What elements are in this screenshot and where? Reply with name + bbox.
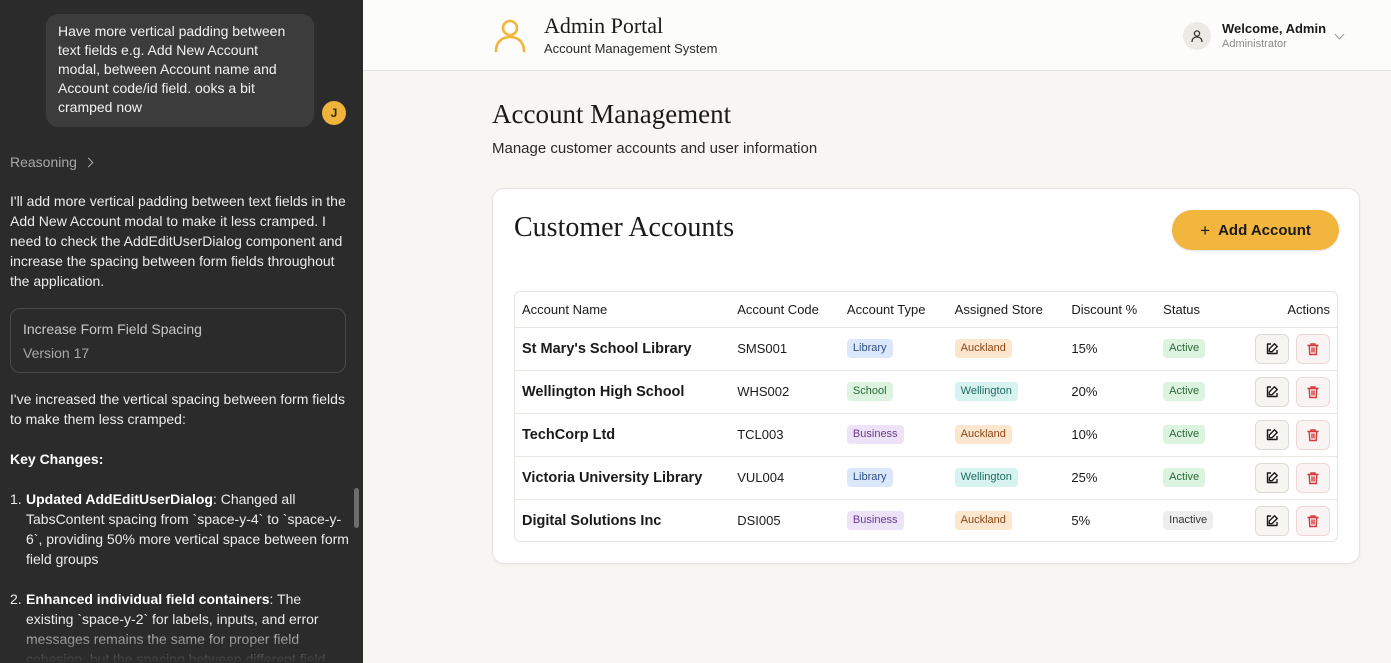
- version-card-version: Version 17: [23, 345, 90, 361]
- edit-button[interactable]: [1255, 333, 1289, 364]
- status-badge: Inactive: [1163, 511, 1214, 531]
- trash-icon: [1306, 385, 1320, 399]
- page-subtitle: Manage customer accounts and user inform…: [492, 140, 818, 157]
- change-number: 2.: [10, 591, 22, 607]
- assigned-store-badge: Auckland: [954, 511, 1012, 531]
- edit-button[interactable]: [1255, 462, 1289, 493]
- table-row: St Mary's School Library SMS001 Library Auc…: [515, 327, 1337, 371]
- user-icon: [1183, 22, 1211, 50]
- status-badge: Active: [1163, 468, 1206, 487]
- assigned-store-badge: Wellington: [954, 382, 1018, 401]
- status-badge: Active: [1163, 339, 1206, 358]
- account-type-badge: Library: [846, 468, 893, 487]
- account-type-badge: Business: [846, 425, 904, 444]
- column-header: Actions: [1236, 292, 1337, 328]
- table-header-row: Account Name Account Code Account Type A…: [515, 292, 1337, 328]
- account-code: DSI005: [737, 513, 781, 529]
- column-header: Assigned Store: [947, 292, 1065, 328]
- change-item: 1. Updated AddEditUserDialog: Changed al…: [10, 489, 350, 569]
- edit-button[interactable]: [1255, 419, 1289, 450]
- delete-button[interactable]: [1296, 376, 1330, 407]
- change-title: Enhanced individual field containers: [26, 591, 270, 607]
- key-changes-heading: Key Changes:: [10, 451, 104, 467]
- discount-value: 15%: [1064, 327, 1157, 371]
- account-name: St Mary's School Library: [515, 327, 731, 371]
- table-row: Wellington High School WHS002 School Wellin…: [515, 370, 1337, 414]
- app-title: Admin Portal: [544, 13, 664, 38]
- table-row: Digital Solutions Inc DSI005 Business Auckl…: [515, 499, 1337, 541]
- column-header: Status: [1156, 292, 1237, 328]
- chevron-right-icon: [83, 157, 94, 167]
- trash-icon: [1306, 471, 1320, 485]
- account-code: SMS001: [730, 327, 840, 371]
- chat-scrollbar[interactable]: [354, 488, 359, 528]
- accounts-table: Account Name Account Code Account Type A…: [514, 291, 1338, 542]
- account-type-badge: Business: [846, 511, 904, 531]
- trash-icon: [1306, 514, 1320, 528]
- chat-fade-overlay: [0, 623, 363, 663]
- person-icon: [494, 19, 526, 53]
- assistant-intro-text: I'll add more vertical padding between t…: [10, 193, 346, 289]
- version-card-title: Increase Form Field Spacing: [23, 321, 202, 337]
- customer-accounts-card: Customer Accounts + Add Account Account …: [492, 188, 1360, 564]
- account-code: WHS002: [730, 370, 840, 414]
- status-badge: Active: [1163, 425, 1206, 444]
- table-row: TechCorp Ltd TCL003 Business Auckland 10% Act…: [515, 413, 1337, 457]
- column-header: Account Type: [839, 292, 948, 328]
- account-code: VUL004: [730, 456, 840, 500]
- card-title: Customer Accounts: [514, 212, 735, 243]
- user-message-bubble: Have more vertical padding between text …: [46, 14, 314, 127]
- user-menu[interactable]: Welcome, Admin Administrator: [1183, 18, 1345, 54]
- assistant-summary-text: I've increased the vertical spacing betw…: [10, 391, 345, 427]
- change-title: Updated AddEditUserDialog: [26, 491, 213, 507]
- account-type-badge: Library: [846, 339, 893, 358]
- column-header: Account Code: [730, 292, 840, 328]
- delete-button[interactable]: [1296, 505, 1330, 536]
- version-card[interactable]: Increase Form Field Spacing Version 17: [10, 308, 346, 373]
- plus-icon: +: [1200, 220, 1211, 240]
- account-name: TechCorp Ltd: [515, 413, 731, 457]
- account-name: Digital Solutions Inc: [522, 512, 662, 529]
- delete-button[interactable]: [1296, 333, 1330, 364]
- column-header: Discount %: [1064, 292, 1157, 328]
- edit-button[interactable]: [1255, 505, 1289, 536]
- edit-button[interactable]: [1255, 376, 1289, 407]
- edit-icon: [1265, 471, 1279, 485]
- column-header: Account Name: [515, 292, 731, 328]
- discount-value: 20%: [1064, 370, 1157, 414]
- add-account-label: Add Account: [1218, 221, 1311, 239]
- discount-value: 5%: [1071, 513, 1091, 529]
- user-welcome: Welcome, Admin: [1222, 21, 1327, 36]
- user-role: Administrator: [1222, 38, 1287, 50]
- app-subtitle: Account Management System: [544, 41, 718, 56]
- delete-button[interactable]: [1296, 419, 1330, 450]
- edit-icon: [1265, 514, 1279, 528]
- edit-icon: [1265, 342, 1279, 356]
- account-type-badge: School: [846, 382, 893, 401]
- status-badge: Active: [1163, 382, 1206, 401]
- add-account-button[interactable]: + Add Account: [1172, 210, 1339, 250]
- discount-value: 25%: [1064, 456, 1157, 500]
- reasoning-label: Reasoning: [10, 154, 77, 170]
- assigned-store-badge: Wellington: [954, 468, 1018, 487]
- trash-icon: [1306, 342, 1320, 356]
- app-header: Admin Portal Account Management System W…: [363, 0, 1391, 71]
- table-row: Victoria University Library VUL004 Library…: [515, 456, 1337, 500]
- discount-value: 10%: [1064, 413, 1157, 457]
- account-code: TCL003: [730, 413, 840, 457]
- reasoning-toggle[interactable]: Reasoning: [10, 154, 94, 170]
- assigned-store-badge: Auckland: [954, 425, 1012, 444]
- account-name: Wellington High School: [515, 370, 731, 414]
- chat-panel: Have more vertical padding between text …: [0, 0, 363, 663]
- delete-button[interactable]: [1296, 462, 1330, 493]
- page-title: Account Management: [492, 99, 732, 129]
- trash-icon: [1306, 428, 1320, 442]
- edit-icon: [1265, 385, 1279, 399]
- account-name: Victoria University Library: [515, 456, 731, 500]
- edit-icon: [1265, 428, 1279, 442]
- assigned-store-badge: Auckland: [954, 339, 1012, 358]
- chevron-down-icon: [1334, 29, 1345, 39]
- change-number: 1.: [10, 491, 22, 507]
- user-avatar: J: [322, 101, 346, 125]
